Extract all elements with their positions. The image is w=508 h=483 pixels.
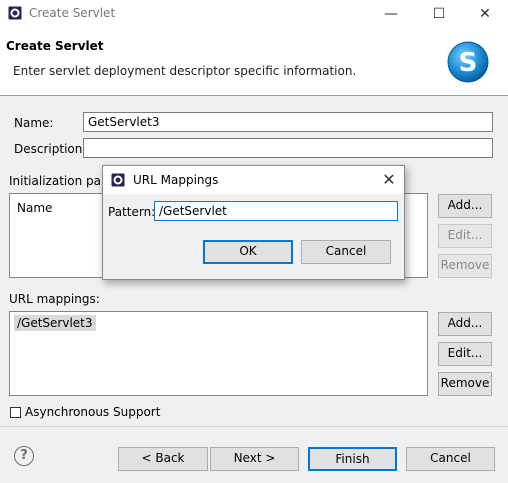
- pattern-label: Pattern:: [108, 205, 156, 219]
- window-titlebar: Create Servlet — ☐ ✕: [0, 0, 508, 28]
- help-icon[interactable]: ?: [14, 446, 34, 466]
- url-mappings-list[interactable]: /GetServlet3: [9, 311, 428, 396]
- window-title: Create Servlet: [29, 6, 116, 20]
- name-label: Name:: [14, 116, 54, 130]
- minimize-icon[interactable]: —: [380, 4, 402, 24]
- dialog-title: URL Mappings: [133, 173, 219, 187]
- page-description: Enter servlet deployment descriptor spec…: [13, 64, 357, 78]
- dialog-close-icon[interactable]: ✕: [379, 170, 399, 190]
- dialog-cancel-button[interactable]: Cancel: [301, 240, 391, 264]
- pattern-input[interactable]: /GetServlet: [154, 201, 398, 221]
- ok-button[interactable]: OK: [203, 240, 293, 264]
- name-field[interactable]: GetServlet3: [83, 112, 493, 132]
- column-header-name[interactable]: Name: [17, 201, 52, 215]
- cancel-button[interactable]: Cancel: [406, 447, 495, 471]
- url-edit-button[interactable]: Edit...: [438, 342, 492, 366]
- maximize-icon[interactable]: ☐: [428, 4, 450, 24]
- async-support-label[interactable]: Asynchronous Support: [25, 405, 160, 419]
- description-field[interactable]: [83, 138, 493, 158]
- page-title: Create Servlet: [6, 39, 104, 53]
- init-params-label: Initialization para: [9, 174, 114, 188]
- async-support-checkbox[interactable]: [10, 407, 21, 418]
- logo-letter: S: [459, 48, 478, 78]
- url-mappings-label: URL mappings:: [9, 292, 100, 306]
- init-edit-button[interactable]: Edit...: [438, 224, 492, 248]
- description-label: Description:: [14, 142, 87, 156]
- url-remove-button[interactable]: Remove: [438, 372, 492, 396]
- eclipse-app-icon: [111, 173, 125, 187]
- init-add-button[interactable]: Add...: [438, 194, 492, 218]
- list-item[interactable]: /GetServlet3: [14, 315, 96, 331]
- close-icon[interactable]: ✕: [474, 4, 496, 24]
- dialog-titlebar: URL Mappings ✕: [103, 166, 404, 194]
- url-add-button[interactable]: Add...: [438, 312, 492, 336]
- back-button[interactable]: < Back: [118, 447, 208, 471]
- eclipse-app-icon: [8, 6, 22, 20]
- url-mappings-dialog: URL Mappings ✕ Pattern: /GetServlet OK C…: [102, 165, 405, 280]
- wizard-header: Create Servlet Enter servlet deployment …: [0, 28, 508, 96]
- servlet-logo-icon: S: [447, 41, 489, 83]
- init-remove-button[interactable]: Remove: [438, 254, 492, 278]
- next-button[interactable]: Next >: [210, 447, 299, 471]
- finish-button[interactable]: Finish: [308, 447, 397, 471]
